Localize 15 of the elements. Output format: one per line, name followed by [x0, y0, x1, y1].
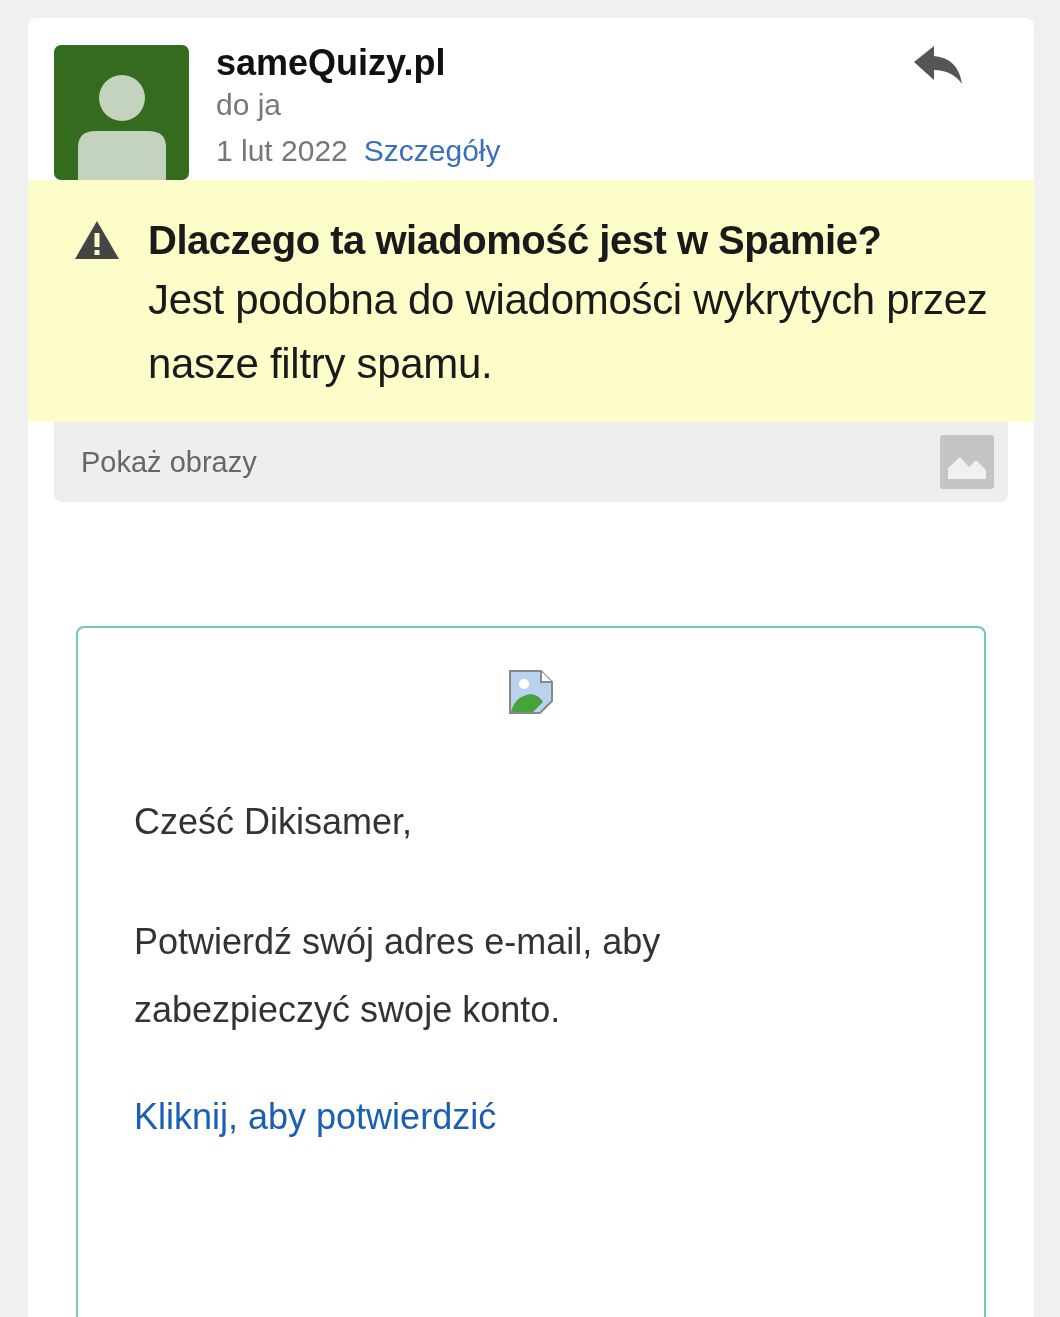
message-text: Cześć Dikisamer, — [134, 800, 414, 844]
confirm-link[interactable]: Kliknij, aby potwierdzić — [134, 1096, 497, 1137]
warning-text: Jest podobna do wiadomości wykrytych przez nasze filtry spamu. — [148, 275, 989, 389]
details-link[interactable]: Szczegóły — [363, 134, 501, 168]
date-label: 1 lut 2022 — [216, 133, 348, 169]
avatar-icon — [54, 45, 189, 180]
sender-name: sameQuizy.pl — [216, 43, 447, 83]
broken-image-icon — [509, 670, 553, 714]
warning-title: Dlaczego ta wiadomość jest w Spamie? — [148, 217, 883, 264]
show-images-label: Pokaż obrazy — [81, 445, 257, 479]
recipient-label[interactable]: do ja — [216, 83, 282, 127]
message-text: Potwierdź swój adres e-mail, aby zabezpieczyć swoje konto. — [134, 920, 662, 1032]
warning-icon — [74, 220, 120, 260]
show-images-bar[interactable]: Pokaż obrazy — [54, 422, 1008, 502]
image-icon — [940, 435, 994, 489]
